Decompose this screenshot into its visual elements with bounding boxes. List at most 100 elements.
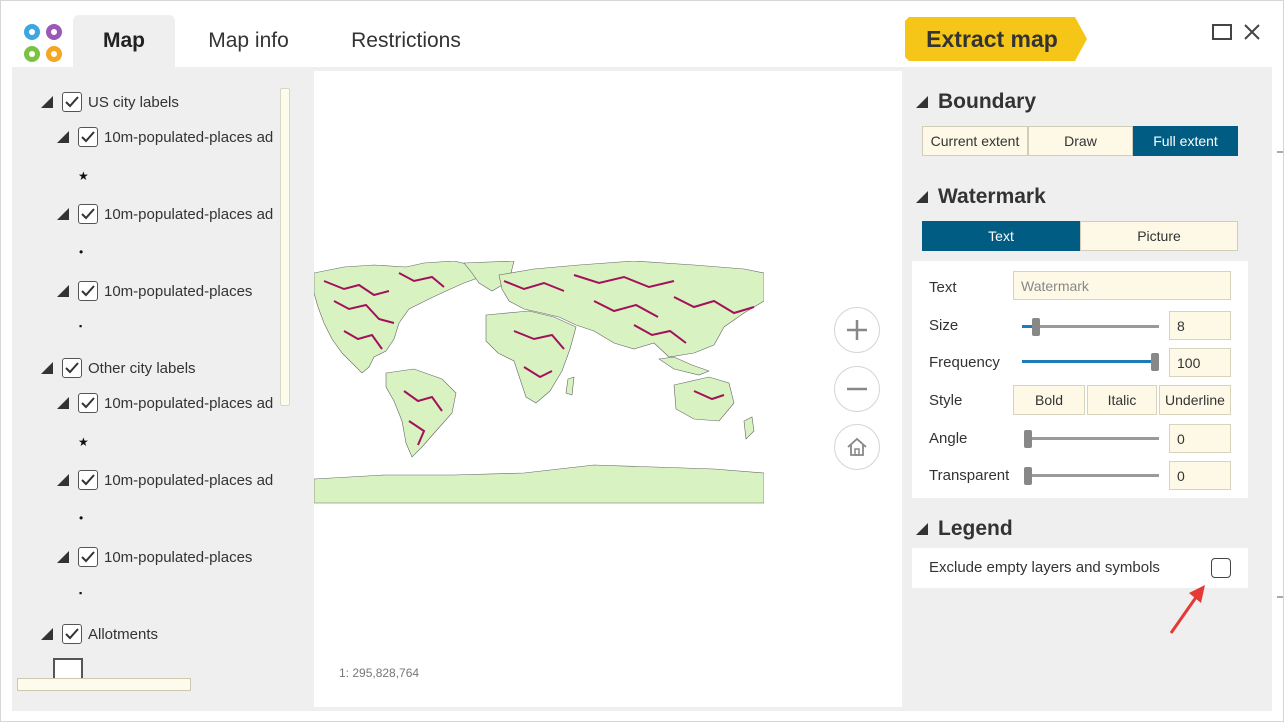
- collapse-icon[interactable]: [916, 96, 928, 108]
- layer-label: 10m-populated-places ad: [104, 394, 274, 412]
- layer-checkbox[interactable]: [78, 470, 98, 490]
- watermark-section-header[interactable]: Watermark: [916, 185, 1046, 209]
- boundary-full-extent-button[interactable]: Full extent: [1133, 126, 1238, 156]
- layer-checkbox[interactable]: [78, 204, 98, 224]
- tree-layer[interactable]: 10m-populated-places ad: [57, 470, 273, 490]
- layer-checkbox[interactable]: [62, 92, 82, 112]
- world-map[interactable]: [314, 261, 764, 511]
- layer-label: US city labels: [88, 93, 179, 111]
- collapse-icon[interactable]: [41, 628, 53, 640]
- collapse-icon[interactable]: [916, 523, 928, 535]
- legend-title: Legend: [938, 517, 1013, 540]
- layer-checkbox[interactable]: [78, 127, 98, 147]
- home-icon: [847, 437, 867, 456]
- tree-vertical-scrollbar[interactable]: [280, 88, 290, 406]
- layer-checkbox[interactable]: [78, 393, 98, 413]
- zoom-out-icon: [847, 387, 867, 391]
- size-input[interactable]: 8: [1169, 311, 1231, 340]
- layer-label: Allotments: [88, 625, 159, 643]
- frequency-input[interactable]: 100: [1169, 348, 1231, 377]
- collapse-icon[interactable]: [916, 191, 928, 203]
- square-symbol-icon: ▪: [79, 321, 83, 331]
- angle-slider-thumb[interactable]: [1024, 430, 1032, 448]
- zoom-in-icon: [847, 320, 867, 340]
- angle-input[interactable]: 0: [1169, 424, 1231, 453]
- style-underline-button[interactable]: Underline: [1159, 385, 1231, 415]
- extract-map-button[interactable]: Extract map: [905, 17, 1087, 61]
- zoom-in-button[interactable]: [834, 307, 880, 353]
- layer-checkbox[interactable]: [62, 624, 82, 644]
- star-symbol-icon: ★: [78, 169, 89, 183]
- collapse-icon[interactable]: [57, 551, 69, 563]
- tree-group-us-city-labels[interactable]: US city labels: [41, 92, 179, 112]
- app-logo-icon: [24, 24, 62, 62]
- app-window: Map Map info Restrictions Extract map US…: [0, 0, 1284, 722]
- map-scale: 1: 295,828,764: [339, 666, 420, 680]
- size-slider-track[interactable]: [1022, 325, 1159, 328]
- layer-label: 10m-populated-places ad: [104, 471, 274, 489]
- layer-checkbox[interactable]: [62, 358, 82, 378]
- tree-horizontal-scrollbar[interactable]: [17, 678, 191, 691]
- collapse-icon[interactable]: [57, 285, 69, 297]
- style-italic-button[interactable]: Italic: [1087, 385, 1157, 415]
- boundary-draw-button[interactable]: Draw: [1028, 126, 1133, 156]
- close-icon[interactable]: [1241, 21, 1263, 43]
- layer-checkbox[interactable]: [78, 281, 98, 301]
- tab-map-info[interactable]: Map info: [191, 15, 306, 67]
- layer-label: 10m-populated-places ad: [104, 128, 274, 146]
- edge-mark: [1277, 596, 1283, 598]
- layer-checkbox[interactable]: [78, 547, 98, 567]
- tree-layer[interactable]: 10m-populated-places ad: [57, 393, 273, 413]
- transparent-input[interactable]: 0: [1169, 461, 1231, 490]
- watermark-picture-mode-button[interactable]: Picture: [1080, 221, 1238, 251]
- angle-label: Angle: [929, 430, 968, 447]
- dot-symbol-icon: •: [79, 245, 84, 259]
- watermark-text-input[interactable]: Watermark: [1013, 271, 1231, 300]
- tree-group-other-city-labels[interactable]: Other city labels: [41, 358, 196, 378]
- size-slider-thumb[interactable]: [1032, 318, 1040, 336]
- transparent-slider-track[interactable]: [1024, 474, 1159, 477]
- annotation-arrow-icon: [1169, 585, 1205, 634]
- layer-label: 10m-populated-places ad: [104, 205, 274, 223]
- frequency-slider-track[interactable]: [1022, 360, 1159, 363]
- collapse-icon[interactable]: [57, 474, 69, 486]
- dot-symbol-icon: •: [79, 511, 84, 525]
- map-view[interactable]: [314, 71, 902, 707]
- collapse-icon[interactable]: [41, 362, 53, 374]
- maximize-icon[interactable]: [1211, 21, 1233, 43]
- layer-label: Other city labels: [88, 359, 196, 377]
- transparent-slider-thumb[interactable]: [1024, 467, 1032, 485]
- frequency-label: Frequency: [929, 354, 1000, 371]
- size-label: Size: [929, 317, 959, 334]
- exclude-empty-label: Exclude empty layers and symbols: [929, 559, 1160, 576]
- square-symbol-icon: ▪: [79, 588, 83, 598]
- tab-map[interactable]: Map: [73, 15, 175, 67]
- tab-restrictions[interactable]: Restrictions: [331, 15, 481, 67]
- collapse-icon[interactable]: [57, 208, 69, 220]
- edge-mark: [1277, 151, 1283, 153]
- transparent-label: Transparent: [929, 467, 1010, 484]
- angle-slider-track[interactable]: [1024, 437, 1159, 440]
- boundary-current-extent-button[interactable]: Current extent: [922, 126, 1028, 156]
- tree-layer[interactable]: 10m-populated-places: [57, 547, 252, 567]
- frequency-slider-thumb[interactable]: [1151, 353, 1159, 371]
- polygon-symbol-icon: [53, 658, 83, 678]
- style-bold-button[interactable]: Bold: [1013, 385, 1085, 415]
- layer-label: 10m-populated-places: [104, 548, 253, 566]
- collapse-icon[interactable]: [57, 397, 69, 409]
- watermark-title: Watermark: [938, 185, 1046, 208]
- tree-group-allotments[interactable]: Allotments: [41, 624, 158, 644]
- tree-layer[interactable]: 10m-populated-places ad: [57, 204, 273, 224]
- boundary-section-header[interactable]: Boundary: [916, 90, 1036, 114]
- tree-layer[interactable]: 10m-populated-places: [57, 281, 252, 301]
- collapse-icon[interactable]: [57, 131, 69, 143]
- star-symbol-icon: ★: [78, 435, 89, 449]
- collapse-icon[interactable]: [41, 96, 53, 108]
- home-button[interactable]: [834, 424, 880, 470]
- layer-label: 10m-populated-places: [104, 282, 253, 300]
- legend-section-header[interactable]: Legend: [916, 517, 1013, 541]
- exclude-empty-checkbox[interactable]: [1211, 558, 1231, 578]
- tree-layer[interactable]: 10m-populated-places ad: [57, 127, 273, 147]
- zoom-out-button[interactable]: [834, 366, 880, 412]
- watermark-text-mode-button[interactable]: Text: [922, 221, 1080, 251]
